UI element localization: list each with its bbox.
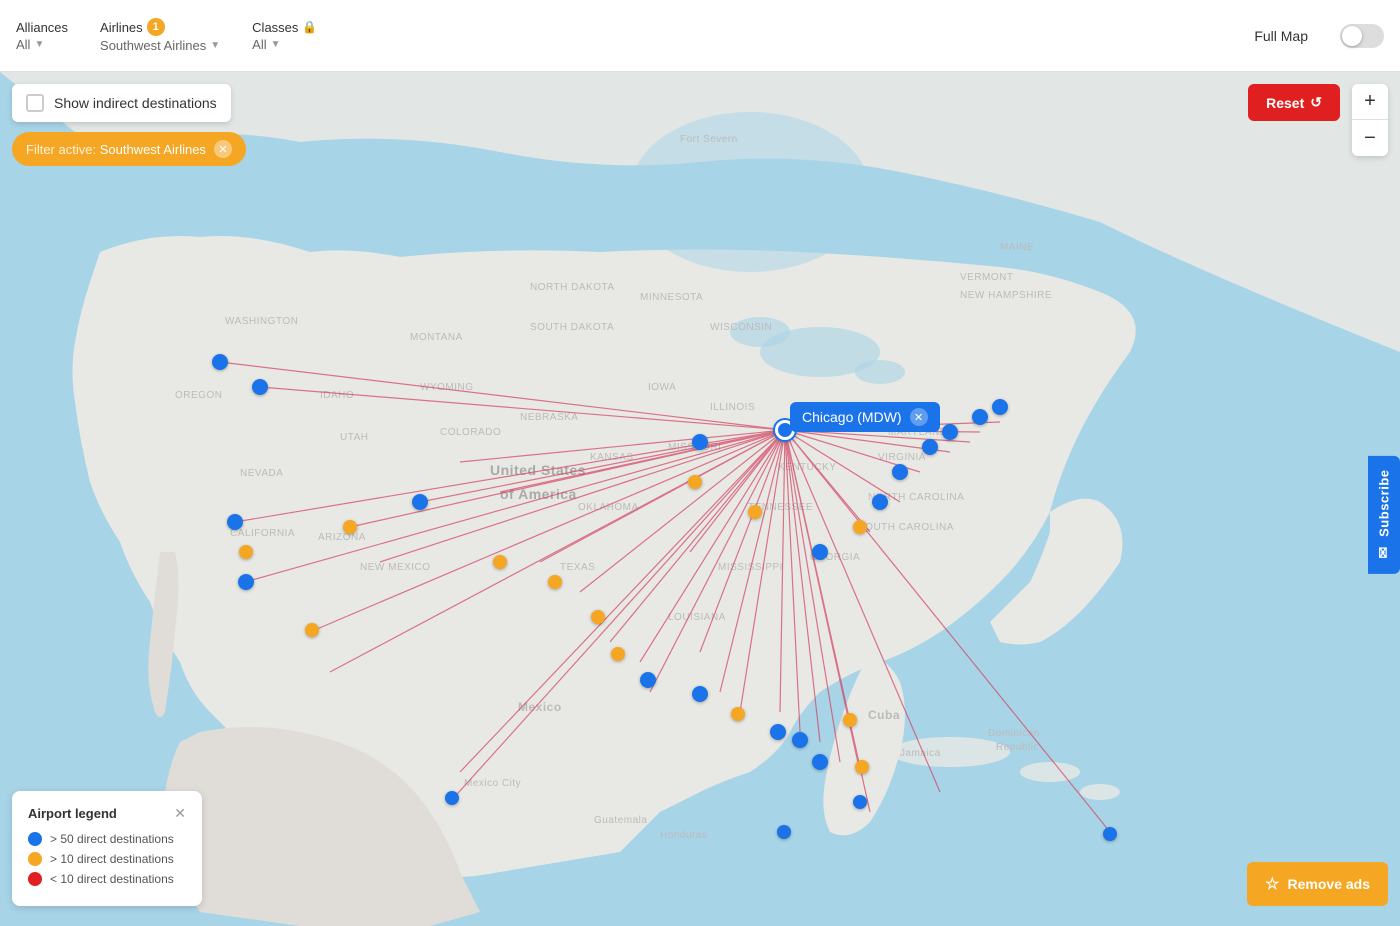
classes-chevron-icon: ▼ bbox=[271, 39, 281, 50]
airport-dot-key-west[interactable] bbox=[855, 760, 869, 774]
airport-dot-abq[interactable] bbox=[493, 555, 507, 569]
airport-dot-bwi[interactable] bbox=[922, 439, 938, 455]
reset-icon: ↺ bbox=[1310, 94, 1322, 111]
subscribe-button[interactable]: ✉ Subscribe bbox=[1368, 456, 1400, 574]
legend-title: Airport legend bbox=[28, 806, 117, 821]
airport-dot-mobile[interactable] bbox=[731, 707, 745, 721]
show-indirect-checkbox[interactable] bbox=[26, 94, 44, 112]
zoom-in-button[interactable]: + bbox=[1352, 84, 1388, 120]
full-map-label: Full Map bbox=[1254, 28, 1308, 44]
legend-dot-blue bbox=[28, 832, 42, 846]
classes-label: Classes 🔒 bbox=[252, 20, 317, 35]
airport-dot-cabo[interactable] bbox=[445, 791, 459, 805]
airport-dot-caribbean[interactable] bbox=[1103, 827, 1117, 841]
alliances-dropdown[interactable]: All ▼ bbox=[16, 37, 68, 52]
airport-dot-jamaica[interactable] bbox=[853, 795, 867, 809]
airport-dot-norfolk[interactable] bbox=[892, 464, 908, 480]
legend-header: Airport legend ✕ bbox=[28, 805, 186, 822]
airport-dot-seattle[interactable] bbox=[252, 379, 268, 395]
zoom-out-button[interactable]: − bbox=[1352, 120, 1388, 156]
airport-dot-stlouis[interactable] bbox=[692, 434, 708, 450]
legend-item-medium: > 10 direct destinations bbox=[28, 852, 186, 866]
airlines-chevron-icon: ▼ bbox=[210, 40, 220, 51]
airport-dot-ft-lauderdale[interactable] bbox=[812, 754, 828, 770]
map-background bbox=[0, 72, 1400, 926]
zoom-controls: + − bbox=[1352, 84, 1388, 156]
airport-legend: Airport legend ✕ > 50 direct destination… bbox=[12, 791, 202, 906]
toggle-knob bbox=[1342, 26, 1362, 46]
chicago-tooltip-label: Chicago (MDW) bbox=[802, 409, 902, 425]
legend-label-medium: > 10 direct destinations bbox=[50, 852, 174, 866]
airport-dot-philly[interactable] bbox=[942, 424, 958, 440]
legend-dot-orange bbox=[28, 852, 42, 866]
legend-close-button[interactable]: ✕ bbox=[174, 805, 186, 822]
full-map-toggle[interactable] bbox=[1340, 24, 1384, 48]
reset-button[interactable]: Reset ↺ bbox=[1248, 84, 1340, 121]
airport-dot-elpaso[interactable] bbox=[548, 575, 562, 589]
airport-dot-boston[interactable] bbox=[992, 399, 1008, 415]
classes-filter: Classes 🔒 All ▼ bbox=[252, 20, 317, 52]
airport-dot-sf[interactable] bbox=[227, 514, 243, 530]
airlines-dropdown[interactable]: Southwest Airlines ▼ bbox=[100, 38, 220, 53]
filter-active-text: Filter active: Southwest Airlines bbox=[26, 142, 206, 157]
airport-dot-nashville[interactable] bbox=[748, 505, 762, 519]
map[interactable]: Fort Severn WASHINGTON OREGON IDAHO UTAH… bbox=[0, 72, 1400, 926]
alliances-chevron-icon: ▼ bbox=[34, 39, 44, 50]
airport-dot-memphis[interactable] bbox=[688, 475, 702, 489]
legend-label-small: < 10 direct destinations bbox=[50, 872, 174, 886]
lock-icon: 🔒 bbox=[302, 20, 317, 34]
airport-dot-denver[interactable] bbox=[412, 494, 428, 510]
airport-dot-atlanta[interactable] bbox=[812, 544, 828, 560]
airport-dot-newark[interactable] bbox=[972, 409, 988, 425]
airport-dot-la[interactable] bbox=[238, 574, 254, 590]
show-indirect-container: Show indirect destinations bbox=[12, 84, 231, 122]
airport-dot-tampa[interactable] bbox=[770, 724, 786, 740]
show-indirect-label: Show indirect destinations bbox=[54, 95, 217, 111]
airport-dot-austin[interactable] bbox=[611, 647, 625, 661]
classes-dropdown[interactable]: All ▼ bbox=[252, 37, 317, 52]
airport-dot-raleigh[interactable] bbox=[872, 494, 888, 510]
header: Alliances All ▼ Airlines 1 Southwest Air… bbox=[0, 0, 1400, 72]
airport-dot-miami[interactable] bbox=[843, 713, 857, 727]
airport-dot-phoenix[interactable] bbox=[343, 520, 357, 534]
filter-active-badge: Filter active: Southwest Airlines ✕ bbox=[12, 132, 246, 166]
alliances-filter: Alliances All ▼ bbox=[16, 20, 68, 52]
alliances-label: Alliances bbox=[16, 20, 68, 35]
filter-active-close-button[interactable]: ✕ bbox=[214, 140, 232, 158]
airport-dot-charlotte[interactable] bbox=[853, 520, 867, 534]
airport-dot-neworleans[interactable] bbox=[692, 686, 708, 702]
airlines-badge: 1 bbox=[147, 18, 165, 36]
airport-dot-san-jose[interactable] bbox=[239, 545, 253, 559]
chicago-tooltip-close[interactable]: ✕ bbox=[910, 408, 928, 426]
star-icon: ☆ bbox=[1265, 874, 1279, 894]
airlines-filter: Airlines 1 Southwest Airlines ▼ bbox=[100, 18, 220, 53]
airport-dot-cancun[interactable] bbox=[777, 825, 791, 839]
legend-item-large: > 50 direct destinations bbox=[28, 832, 186, 846]
airport-dot-dallas[interactable] bbox=[591, 610, 605, 624]
airport-dot-portland[interactable] bbox=[212, 354, 228, 370]
subscribe-container: ✉ Subscribe bbox=[1368, 456, 1400, 574]
remove-ads-button[interactable]: ☆ Remove ads bbox=[1247, 862, 1388, 906]
legend-dot-red bbox=[28, 872, 42, 886]
chicago-tooltip: Chicago (MDW) ✕ bbox=[790, 402, 940, 432]
legend-label-large: > 50 direct destinations bbox=[50, 832, 174, 846]
mail-icon: ✉ bbox=[1376, 544, 1393, 560]
airport-dot-orlando[interactable] bbox=[792, 732, 808, 748]
airlines-label: Airlines 1 bbox=[100, 18, 220, 36]
airport-dot-houston[interactable] bbox=[640, 672, 656, 688]
legend-item-small: < 10 direct destinations bbox=[28, 872, 186, 886]
airport-dot-san-diego[interactable] bbox=[305, 623, 319, 637]
